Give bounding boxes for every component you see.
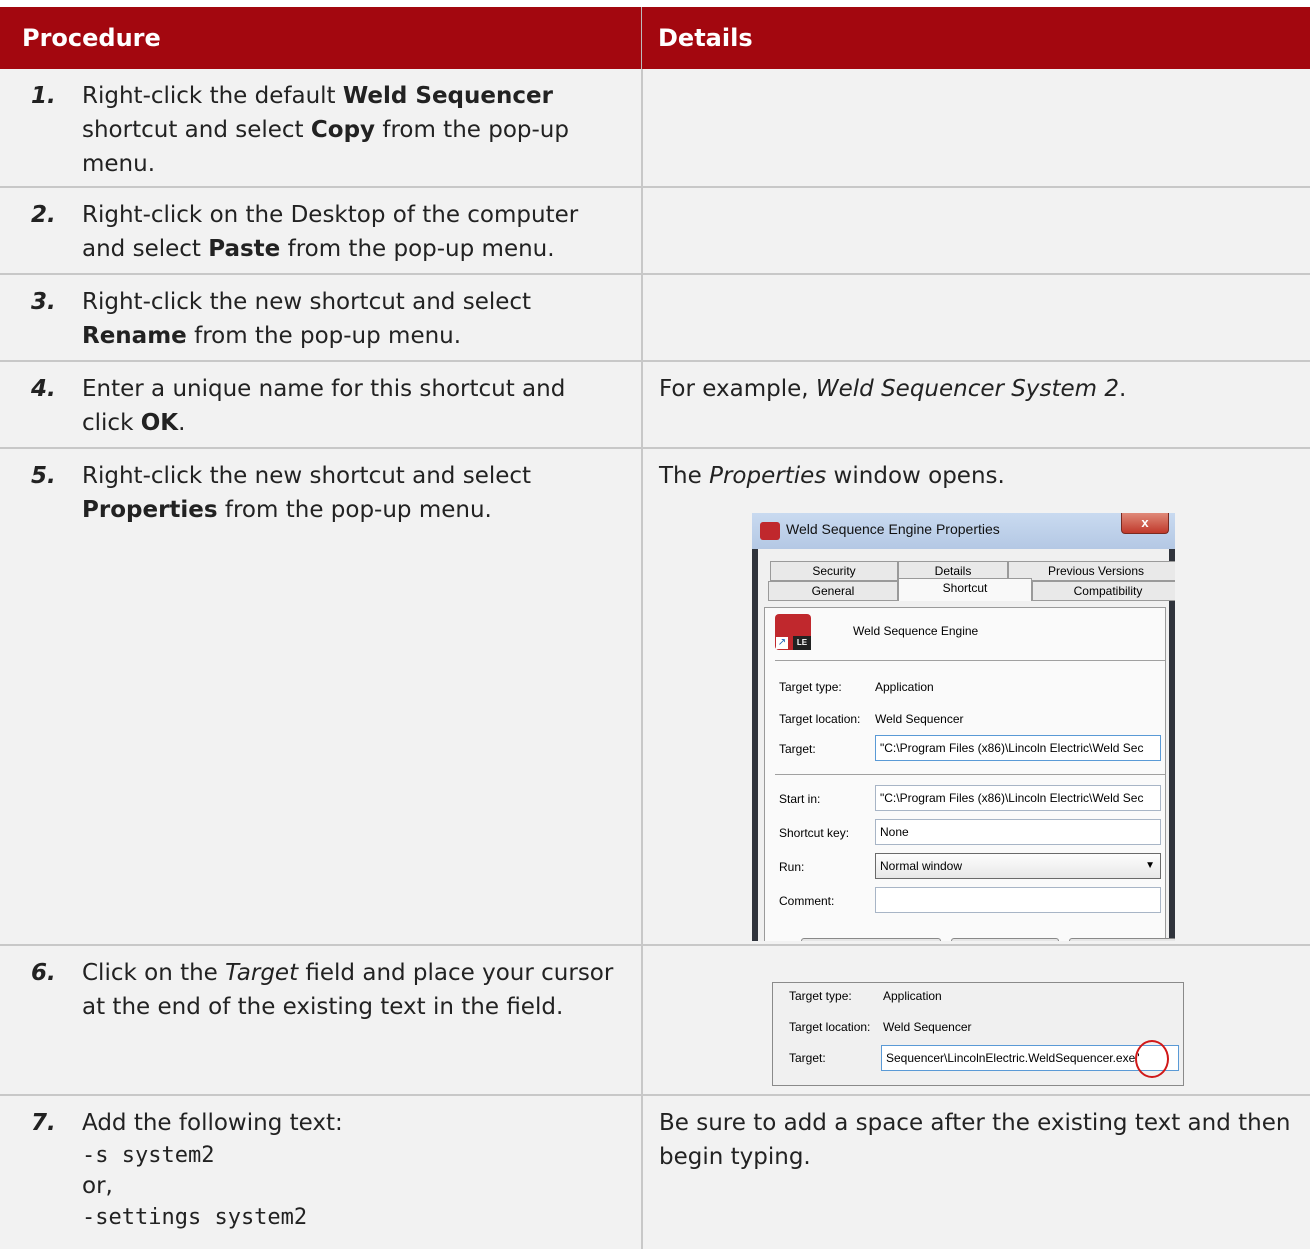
start-in-input[interactable]: "C:\Program Files (x86)\Lincoln Electric… [875, 785, 1161, 811]
step-number: 5. [31, 463, 56, 489]
target-type-label: Target type: [789, 989, 852, 1003]
detail-1 [641, 69, 1310, 186]
properties-window: Weld Sequence Engine Properties x Securi… [752, 513, 1175, 941]
target-type-value: Application [883, 989, 942, 1003]
target-field-crop: Target type: Application Target location… [772, 982, 1184, 1086]
start-in-label: Start in: [779, 792, 821, 806]
target-label: Target: [789, 1051, 826, 1065]
step-text: Click on the [82, 960, 226, 986]
detail-text: window opens. [826, 463, 1005, 489]
detail-2 [641, 188, 1310, 273]
step-number: 7. [31, 1110, 56, 1136]
target-type-value: Application [875, 680, 934, 694]
window-body: Security Details Previous Versions Gener… [758, 549, 1175, 941]
target-input[interactable]: "C:\Program Files (x86)\Lincoln Electric… [875, 735, 1161, 761]
step-3: 3. Right-click the new shortcut and sele… [0, 275, 641, 360]
step-5: 5. Right-click the new shortcut and sele… [0, 449, 641, 944]
step-text: . [178, 410, 186, 436]
app-name: Weld Sequence Engine [853, 624, 979, 638]
chevron-down-icon: ▼ [1145, 860, 1155, 871]
detail-text: . [1119, 376, 1127, 402]
step-text: from the pop-up menu. [217, 497, 492, 523]
window-titlebar: Weld Sequence Engine Properties x [752, 513, 1175, 549]
step-number: 3. [31, 289, 56, 315]
step-number: 1. [31, 83, 56, 109]
step-text: from the pop-up menu. [280, 236, 555, 262]
target-location-value: Weld Sequencer [875, 712, 964, 726]
table-row: 3. Right-click the new shortcut and sele… [0, 275, 1310, 362]
step-1: 1. Right-click the default Weld Sequence… [0, 69, 641, 186]
shortcut-arrow-icon: ↗ [776, 637, 788, 649]
step-text: Right-click the default [82, 83, 343, 109]
tab-general[interactable]: General [768, 581, 898, 601]
comment-label: Comment: [779, 894, 835, 908]
close-icon[interactable]: x [1121, 513, 1169, 534]
app-icon [760, 522, 780, 540]
step-bold: Rename [82, 323, 187, 349]
tab-shortcut[interactable]: Shortcut [898, 578, 1032, 601]
tab-compatibility[interactable]: Compatibility [1032, 581, 1175, 601]
step-text: Right-click the new shortcut and select [82, 289, 532, 315]
step-text: from the pop-up menu. [186, 323, 462, 349]
step-bold: Properties [82, 497, 218, 523]
window-title: Weld Sequence Engine Properties [786, 521, 1000, 537]
detail-text: The [659, 463, 710, 489]
target-type-label: Target type: [779, 680, 842, 694]
detail-4: For example, Weld Sequencer System 2. [641, 362, 1310, 447]
step-emphasis: Target [225, 960, 299, 986]
comment-input[interactable] [875, 887, 1161, 913]
advanced-button[interactable] [1069, 938, 1175, 941]
step-4: 4. Enter a unique name for this shortcut… [0, 362, 641, 447]
shortcut-key-label: Shortcut key: [779, 826, 850, 840]
table-row: 2. Right-click on the Desktop of the com… [0, 188, 1310, 275]
divider [775, 774, 1165, 775]
or-text: or, [82, 1173, 113, 1199]
step-number: 4. [31, 376, 56, 402]
step-number: 6. [31, 960, 56, 986]
table-row: 7. Add the following text: -s system2 or… [0, 1096, 1310, 1249]
detail-7: Be sure to add a space after the existin… [641, 1096, 1310, 1249]
table-row: 4. Enter a unique name for this shortcut… [0, 362, 1310, 449]
step-bold: Paste [208, 236, 281, 262]
step-text: Add the following text: [82, 1110, 343, 1136]
detail-3 [641, 275, 1310, 360]
app-shortcut-icon: ↗ LE [775, 614, 811, 650]
table-header: Procedure Details [0, 0, 1310, 76]
run-select[interactable]: Normal window ▼ [875, 853, 1161, 879]
step-2: 2. Right-click on the Desktop of the com… [0, 188, 641, 273]
open-file-location-button[interactable] [801, 938, 941, 941]
tab-previous-versions[interactable]: Previous Versions [1008, 561, 1175, 581]
step-text: shortcut and select [82, 117, 311, 143]
detail-emphasis: Weld Sequencer System 2 [815, 376, 1119, 402]
header-details: Details [641, 7, 1310, 69]
tab-security[interactable]: Security [770, 561, 898, 581]
target-location-value: Weld Sequencer [883, 1020, 972, 1034]
table-row: 1. Right-click the default Weld Sequence… [0, 69, 1310, 188]
target-label: Target: [779, 742, 816, 756]
step-bold: OK [140, 410, 179, 436]
step-7: 7. Add the following text: -s system2 or… [0, 1096, 641, 1249]
shortcut-key-input[interactable]: None [875, 819, 1161, 845]
divider [775, 660, 1165, 661]
detail-text: For example, [659, 376, 816, 402]
step-bold: Weld Sequencer [342, 83, 553, 109]
target-location-label: Target location: [779, 712, 861, 726]
header-procedure: Procedure [0, 7, 641, 69]
detail-emphasis: Properties [709, 463, 827, 489]
target-location-label: Target location: [789, 1020, 871, 1034]
le-badge: LE [793, 636, 811, 650]
cursor-highlight-circle [1135, 1040, 1169, 1078]
shortcut-panel: ↗ LE Weld Sequence Engine Target type: A… [764, 607, 1175, 941]
code-short: -s system2 [82, 1143, 215, 1168]
run-value: Normal window [880, 859, 963, 873]
step-number: 2. [31, 202, 56, 228]
step-6: 6. Click on the Target field and place y… [0, 946, 641, 1094]
step-bold: Copy [310, 117, 376, 143]
change-icon-button[interactable] [951, 938, 1059, 941]
run-label: Run: [779, 860, 805, 874]
code-long: -settings system2 [82, 1205, 308, 1230]
step-text: Right-click the new shortcut and select [82, 463, 532, 489]
